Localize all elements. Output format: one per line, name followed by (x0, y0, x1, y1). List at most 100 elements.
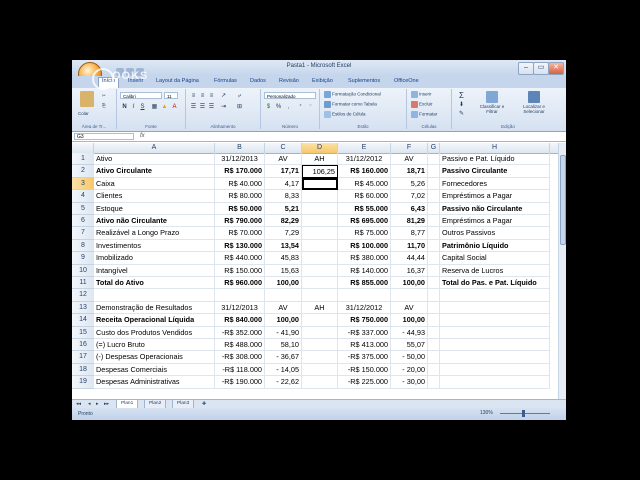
align-center-icon[interactable]: ☰ (199, 104, 206, 111)
cell-a[interactable]: Receita Operacional Líquida (94, 314, 215, 327)
cell-f[interactable]: 81,29 (391, 215, 428, 228)
cell-g[interactable] (428, 165, 440, 178)
cell-c[interactable]: 4,17 (265, 177, 302, 191)
align-middle-icon[interactable]: ≡ (199, 93, 206, 100)
cell-h[interactable]: Outros Passivos (440, 227, 550, 240)
cell-e[interactable]: 31/12/2012 (338, 153, 391, 166)
cell-d[interactable]: 106,25 (302, 165, 338, 178)
conditional-formatting-button[interactable]: Formatação Condicional (324, 91, 381, 98)
cell-b[interactable]: R$ 40.000 (215, 177, 265, 191)
cell-c[interactable] (265, 289, 302, 302)
copy-icon[interactable]: ⎘ (102, 103, 106, 108)
tab-dados[interactable]: Dados (250, 78, 266, 84)
cell-b[interactable]: R$ 170.000 (215, 165, 265, 178)
font-color-icon[interactable]: A (171, 104, 178, 111)
cell-e[interactable]: -R$ 225.000 (338, 376, 391, 389)
prev-sheet-icon[interactable]: ◂ (88, 401, 91, 407)
indent-icon[interactable]: ⇥ (220, 104, 227, 111)
autosum-icon[interactable]: Σ (458, 92, 465, 100)
cell-c[interactable]: 8,33 (265, 190, 302, 203)
cell-a[interactable]: Total do Ativo (94, 277, 215, 290)
select-all-corner[interactable] (72, 143, 94, 153)
row-header[interactable]: 16 (72, 339, 94, 352)
cell-g[interactable] (428, 376, 440, 389)
cell-f[interactable]: 16,37 (391, 264, 428, 277)
fx-icon[interactable]: fx (140, 132, 145, 141)
cell-b[interactable]: -R$ 352.000 (215, 326, 265, 339)
name-box[interactable]: G3 (74, 133, 134, 140)
align-right-icon[interactable]: ☰ (208, 104, 215, 111)
cell-f[interactable]: AV (391, 301, 428, 315)
cell-f[interactable]: - 30,00 (391, 376, 428, 389)
cell-d[interactable] (302, 177, 338, 191)
cell-d[interactable]: AH (302, 301, 338, 315)
cell-b[interactable]: R$ 80.000 (215, 190, 265, 203)
align-top-icon[interactable]: ≡ (190, 93, 197, 100)
cell-g[interactable] (428, 326, 440, 339)
cell-a[interactable]: Imobilizado (94, 252, 215, 265)
cell-b[interactable]: R$ 70.000 (215, 227, 265, 240)
cell-f[interactable]: - 44,93 (391, 326, 428, 339)
cell-g[interactable] (428, 252, 440, 265)
cell-d[interactable] (302, 190, 338, 203)
cell-e[interactable]: R$ 100.000 (338, 239, 391, 253)
column-header-f[interactable]: F (391, 143, 428, 153)
scroll-thumb[interactable] (560, 155, 566, 245)
cell-e[interactable]: R$ 160.000 (338, 165, 391, 178)
minimize-button[interactable]: – (518, 62, 534, 75)
cell-b[interactable]: R$ 790.000 (215, 215, 265, 228)
cell-h[interactable]: Capital Social (440, 252, 550, 265)
merge-center-icon[interactable]: ⊞ (236, 104, 243, 111)
cell-b[interactable]: R$ 960.000 (215, 277, 265, 290)
cell-f[interactable]: AV (391, 153, 428, 166)
cell-a[interactable]: Ativo não Circulante (94, 215, 215, 228)
cell-e[interactable]: R$ 60.000 (338, 190, 391, 203)
cell-d[interactable] (302, 351, 338, 364)
cell-h[interactable] (440, 339, 550, 352)
tab-revisao[interactable]: Revisão (279, 78, 299, 84)
cell-b[interactable] (215, 289, 265, 302)
clear-icon[interactable]: ✎ (458, 111, 465, 118)
cell-a[interactable]: Ativo (94, 153, 215, 166)
cell-f[interactable]: 6,43 (391, 202, 428, 215)
tab-officeone[interactable]: OfficeOne (394, 78, 419, 84)
row-header[interactable]: 14 (72, 314, 94, 327)
row-header[interactable]: 3 (72, 177, 94, 191)
row-header[interactable]: 9 (72, 252, 94, 265)
cell-h[interactable]: Empréstimos a Pagar (440, 190, 550, 203)
increase-decimal-icon[interactable]: ⁺ (297, 104, 304, 111)
column-header-a[interactable]: A (94, 143, 215, 153)
format-as-table-button[interactable]: Formatar como Tabela (324, 101, 377, 108)
cell-b[interactable]: R$ 488.000 (215, 339, 265, 352)
cell-e[interactable]: -R$ 337.000 (338, 326, 391, 339)
row-header[interactable]: 7 (72, 227, 94, 240)
cell-g[interactable] (428, 339, 440, 352)
cell-a[interactable]: Investimentos (94, 239, 215, 253)
cell-g[interactable] (428, 264, 440, 277)
format-cells-button[interactable]: Formatar (411, 111, 437, 118)
cell-b[interactable]: 31/12/2013 (215, 153, 265, 166)
zoom-slider-thumb[interactable] (522, 410, 525, 417)
row-header[interactable]: 15 (72, 326, 94, 339)
cell-g[interactable] (428, 289, 440, 302)
cell-e[interactable]: R$ 380.000 (338, 252, 391, 265)
close-button[interactable]: ✕ (548, 62, 564, 75)
cell-a[interactable]: Demonstração de Resultados (94, 301, 215, 315)
column-header-b[interactable]: B (215, 143, 265, 153)
cell-e[interactable]: R$ 45.000 (338, 177, 391, 191)
cell-c[interactable]: AV (265, 301, 302, 315)
cell-f[interactable]: 100,00 (391, 277, 428, 290)
cell-b[interactable]: 31/12/2013 (215, 301, 265, 315)
cell-c[interactable]: AV (265, 153, 302, 166)
cell-c[interactable]: 82,29 (265, 215, 302, 228)
delete-cells-button[interactable]: Excluir (411, 101, 433, 108)
row-header[interactable]: 2 (72, 165, 94, 178)
column-header-h[interactable]: H (440, 143, 550, 153)
cell-f[interactable]: 5,26 (391, 177, 428, 191)
cell-d[interactable]: AH (302, 153, 338, 166)
cell-a[interactable]: Ativo Circulante (94, 165, 215, 178)
cell-c[interactable]: - 41,90 (265, 326, 302, 339)
italic-button[interactable]: I (130, 104, 137, 111)
cell-c[interactable]: - 14,05 (265, 363, 302, 377)
column-header-e[interactable]: E (338, 143, 391, 153)
